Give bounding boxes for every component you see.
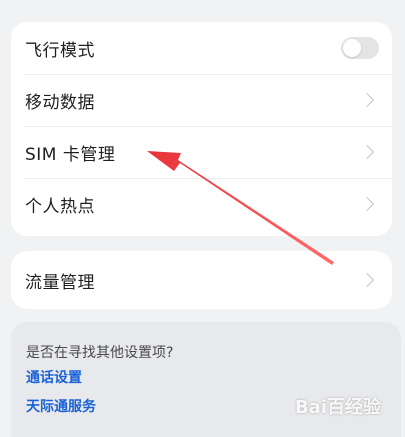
suggestion-title: 是否在寻找其他设置项? <box>26 345 174 361</box>
toggle-knob <box>343 39 361 57</box>
call-settings-link[interactable]: 通话设置 <box>26 367 82 387</box>
sim-card-management-label: SIM 卡管理 <box>25 144 116 165</box>
mobile-data-label: 移动数据 <box>25 92 95 113</box>
personal-hotspot-label: 个人热点 <box>25 196 95 217</box>
chevron-right-icon <box>359 196 375 212</box>
traffic-management-label: 流量管理 <box>25 272 95 293</box>
airplane-mode-row[interactable]: 飞行模式 <box>11 22 392 74</box>
mobile-data-row[interactable]: 移动数据 <box>11 74 392 126</box>
airplane-mode-label: 飞行模式 <box>25 40 95 61</box>
airplane-mode-toggle[interactable] <box>341 37 379 59</box>
traffic-card: 流量管理 <box>11 251 392 309</box>
traffic-management-row[interactable]: 流量管理 <box>11 251 392 309</box>
network-settings-card: 飞行模式 移动数据 SIM 卡管理 个人热点 <box>11 22 392 236</box>
baidu-jingyan-watermark: Bai百经验 <box>294 397 381 418</box>
sim-card-management-row[interactable]: SIM 卡管理 <box>11 126 392 178</box>
chevron-right-icon <box>359 272 375 288</box>
personal-hotspot-row[interactable]: 个人热点 <box>11 178 392 230</box>
other-settings-suggestion-card: 是否在寻找其他设置项? 通话设置 天际通服务 <box>11 322 401 437</box>
chevron-right-icon <box>359 144 375 160</box>
chevron-right-icon <box>359 92 375 108</box>
tianjitong-service-link[interactable]: 天际通服务 <box>26 396 96 416</box>
